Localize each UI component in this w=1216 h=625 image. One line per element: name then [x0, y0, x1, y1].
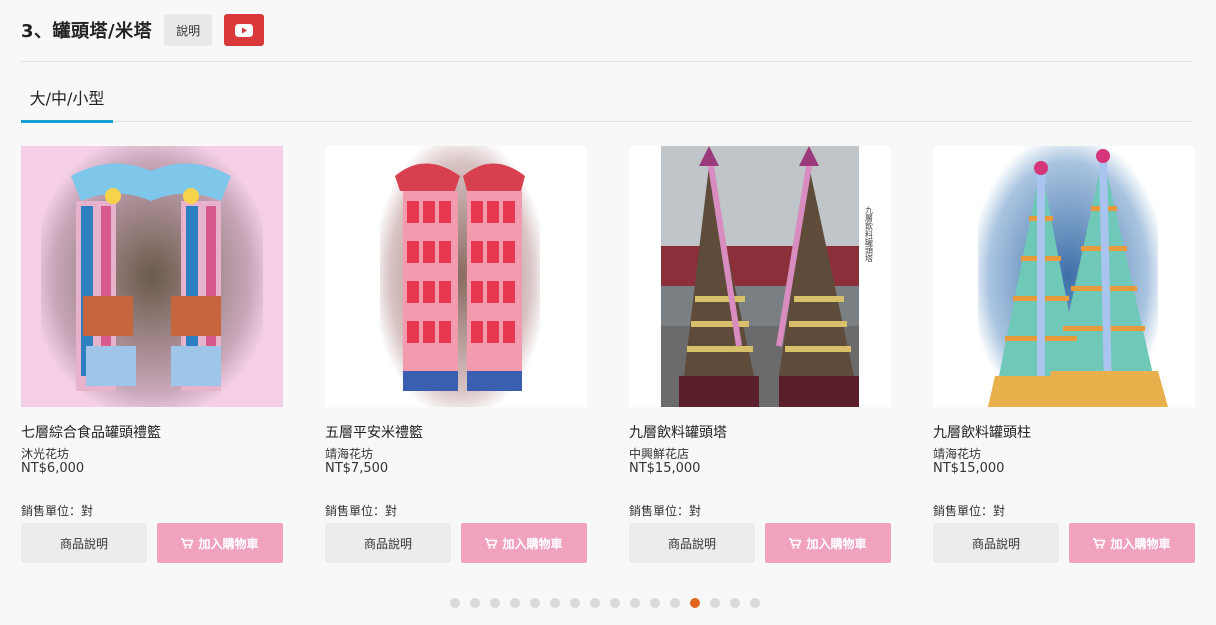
- carousel-dot[interactable]: [650, 598, 660, 608]
- carousel-dot[interactable]: [610, 598, 620, 608]
- carousel-dot[interactable]: [670, 598, 680, 608]
- tab-size[interactable]: 大/中/小型: [21, 72, 113, 123]
- product-unit: 銷售單位：對: [21, 504, 94, 518]
- tab-bar: 大/中/小型: [21, 72, 1191, 123]
- product-name[interactable]: 七層綜合食品罐頭禮籃: [21, 422, 283, 442]
- youtube-button[interactable]: [224, 14, 265, 46]
- youtube-icon: [235, 23, 254, 37]
- explain-button[interactable]: 說明: [164, 14, 213, 46]
- product-name[interactable]: 九層飲料罐頭塔: [629, 422, 891, 442]
- carousel-dot[interactable]: [450, 598, 460, 608]
- cart-icon: [485, 537, 498, 549]
- product-image[interactable]: [933, 146, 1195, 407]
- product-card: 七層綜合食品罐頭禮籃 沐光花坊 NT$6,000 銷售單位：對 商品說明 加入購…: [21, 146, 283, 563]
- cart-icon: [1093, 537, 1106, 549]
- add-to-cart-label: 加入購物車: [198, 536, 259, 551]
- carousel-dot[interactable]: [590, 598, 600, 608]
- add-to-cart-button[interactable]: 加入購物車: [157, 523, 283, 563]
- header-divider: [21, 61, 1191, 62]
- image-caption: 九層飲料罐頭塔: [865, 206, 874, 263]
- add-to-cart-label: 加入購物車: [806, 536, 867, 551]
- product-info-button[interactable]: 商品說明: [325, 523, 451, 563]
- page: 3、罐頭塔/米塔 說明 大/中/小型 七層綜合食品罐頭禮籃 沐光花坊 NT$6,…: [0, 0, 1216, 625]
- product-price: NT$15,000: [933, 461, 1005, 476]
- carousel-dot[interactable]: [730, 598, 740, 608]
- product-image[interactable]: [325, 146, 587, 407]
- add-to-cart-label: 加入購物車: [1110, 536, 1171, 551]
- product-price: NT$6,000: [21, 461, 85, 476]
- product-shop: 沐光花坊: [21, 447, 70, 461]
- carousel-dot[interactable]: [550, 598, 560, 608]
- product-unit: 銷售單位：對: [933, 504, 1006, 518]
- product-price: NT$15,000: [629, 461, 701, 476]
- carousel-dot[interactable]: [470, 598, 480, 608]
- carousel-dot[interactable]: [750, 598, 760, 608]
- add-to-cart-button[interactable]: 加入購物車: [1069, 523, 1195, 563]
- product-info-button[interactable]: 商品說明: [933, 523, 1059, 563]
- product-name[interactable]: 五層平安米禮籃: [325, 422, 587, 442]
- product-image[interactable]: [21, 146, 283, 407]
- add-to-cart-button[interactable]: 加入購物車: [461, 523, 587, 563]
- section-title: 3、罐頭塔/米塔: [21, 21, 153, 42]
- cart-icon: [789, 537, 802, 549]
- product-shop: 靖海花坊: [325, 447, 374, 461]
- carousel-dot[interactable]: [710, 598, 720, 608]
- product-info-button[interactable]: 商品說明: [629, 523, 755, 563]
- cart-icon: [181, 537, 194, 549]
- carousel-dot[interactable]: [690, 598, 700, 608]
- product-price: NT$7,500: [325, 461, 389, 476]
- product-actions: 商品說明 加入購物車: [325, 523, 587, 563]
- product-card: 九層飲料罐頭塔 九層飲料罐頭塔 中興鮮花店 NT$15,000 銷售單位：對 商…: [629, 146, 891, 563]
- carousel-dot[interactable]: [530, 598, 540, 608]
- product-info-button[interactable]: 商品說明: [21, 523, 147, 563]
- carousel-dot[interactable]: [490, 598, 500, 608]
- product-unit: 銷售單位：對: [325, 504, 398, 518]
- product-card: 五層平安米禮籃 靖海花坊 NT$7,500 銷售單位：對 商品說明 加入購物車: [325, 146, 587, 563]
- product-actions: 商品說明 加入購物車: [21, 523, 283, 563]
- carousel-pagination: [450, 598, 760, 608]
- carousel-dot[interactable]: [630, 598, 640, 608]
- tab-label: 大/中/小型: [29, 89, 105, 108]
- add-to-cart-button[interactable]: 加入購物車: [765, 523, 891, 563]
- product-shop: 中興鮮花店: [629, 447, 690, 461]
- product-actions: 商品說明 加入購物車: [933, 523, 1195, 563]
- product-image[interactable]: 九層飲料罐頭塔: [629, 146, 891, 407]
- section-header: 3、罐頭塔/米塔 說明: [21, 14, 265, 46]
- product-shop: 靖海花坊: [933, 447, 982, 461]
- tab-active-indicator: [21, 120, 113, 123]
- carousel-dot[interactable]: [570, 598, 580, 608]
- product-name[interactable]: 九層飲料罐頭柱: [933, 422, 1195, 442]
- add-to-cart-label: 加入購物車: [502, 536, 563, 551]
- product-actions: 商品說明 加入購物車: [629, 523, 891, 563]
- product-unit: 銷售單位：對: [629, 504, 702, 518]
- product-card: 九層飲料罐頭柱 靖海花坊 NT$15,000 銷售單位：對 商品說明 加入購物車: [933, 146, 1195, 563]
- carousel-dot[interactable]: [510, 598, 520, 608]
